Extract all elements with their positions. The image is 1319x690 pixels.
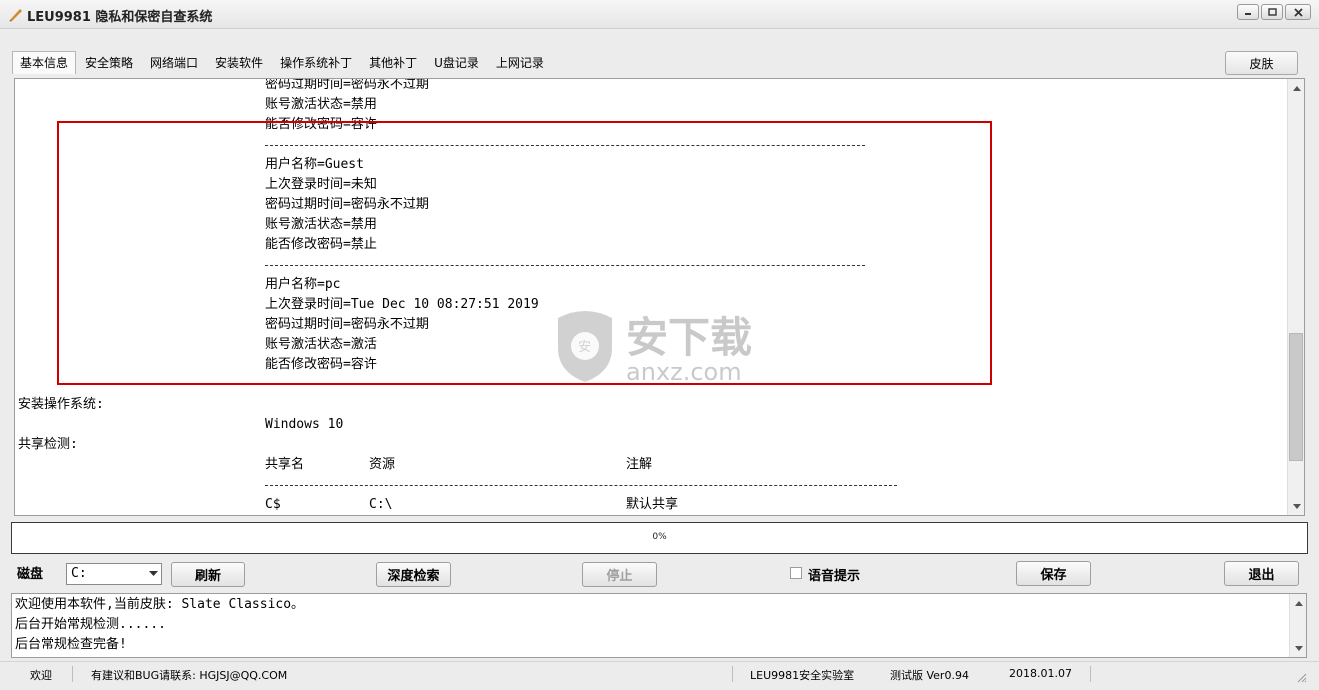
arrow-up-icon [1292, 85, 1301, 91]
arrow-down-icon [1292, 503, 1301, 509]
chevron-down-icon [149, 571, 158, 576]
column-header: 资源 [369, 457, 396, 472]
content-scrollbar[interactable] [1287, 79, 1304, 515]
status-welcome: 欢迎 [30, 669, 52, 682]
column-header: 注解 [626, 457, 653, 472]
status-separator [72, 666, 73, 682]
log-line: 欢迎使用本软件,当前皮肤: Slate Classico。 [15, 597, 305, 612]
log-scrollbar[interactable] [1289, 594, 1306, 657]
exit-button[interactable]: 退出 [1224, 561, 1299, 586]
minimize-button[interactable] [1237, 4, 1259, 20]
column-header: 共享名 [265, 457, 305, 472]
status-lab: LEU9981安全实验室 [750, 669, 855, 682]
tab-internet-records[interactable]: 上网记录 [488, 51, 552, 74]
section-heading: 共享检测: [18, 437, 78, 452]
content-line: Windows 10 [265, 417, 344, 432]
disk-select-value: C: [71, 566, 87, 581]
progress-bar: 0% [11, 522, 1308, 554]
tab-usb-records[interactable]: U盘记录 [426, 51, 487, 74]
minimize-icon [1245, 13, 1251, 15]
tab-basic-info[interactable]: 基本信息 [12, 51, 77, 74]
resize-grip-icon[interactable] [1295, 671, 1307, 683]
scroll-up-button[interactable] [1289, 80, 1304, 95]
watermark-domain: anxz.com [626, 358, 742, 385]
log-panel[interactable]: 欢迎使用本软件,当前皮肤: Slate Classico。 后台开始常规检测..… [11, 593, 1307, 658]
voice-prompt-label[interactable]: 语音提示 [808, 565, 860, 584]
log-line: 后台常规检查完备! [15, 637, 127, 652]
voice-prompt-checkbox[interactable] [790, 567, 802, 579]
deep-scan-button[interactable]: 深度检索 [376, 562, 451, 587]
save-button[interactable]: 保存 [1016, 561, 1091, 586]
tab-installed-software[interactable]: 安装软件 [207, 51, 271, 74]
watermark-glyph: 安 [578, 340, 591, 355]
divider [265, 485, 897, 486]
scroll-up-button[interactable] [1291, 595, 1306, 610]
close-icon [1293, 7, 1303, 17]
status-version: 测试版 Ver0.94 [890, 669, 969, 682]
tab-other-patches[interactable]: 其他补丁 [361, 51, 425, 74]
window-title: LEU9981 隐私和保密自查系统 [27, 10, 213, 25]
progress-label: 0% [652, 532, 667, 542]
status-date: 2018.01.07 [1009, 667, 1072, 680]
log-line: 后台开始常规检测...... [15, 617, 166, 632]
scroll-down-button[interactable] [1291, 641, 1306, 656]
status-separator [1090, 666, 1091, 682]
arrow-up-icon [1294, 600, 1303, 606]
highlight-box [57, 121, 992, 385]
close-button[interactable] [1285, 4, 1311, 20]
table-cell: C:\ [369, 497, 393, 512]
disk-select[interactable]: C: [66, 563, 162, 585]
content-line: 账号激活状态=禁用 [265, 97, 377, 112]
refresh-button[interactable]: 刷新 [171, 562, 245, 587]
disk-label: 磁盘 [17, 567, 44, 582]
tab-os-patches[interactable]: 操作系统补丁 [272, 51, 360, 74]
content-line: 密码过期时间=密码永不过期 [265, 79, 429, 92]
watermark-logo: 安 安下载 anxz.com [558, 311, 752, 385]
stop-button[interactable]: 停止 [582, 562, 657, 587]
skin-button[interactable]: 皮肤 [1225, 51, 1298, 75]
table-cell: C$ [265, 497, 281, 512]
pen-icon [9, 9, 22, 22]
maximize-button[interactable] [1261, 4, 1283, 20]
section-heading: 安装操作系统: [18, 397, 104, 412]
scroll-down-button[interactable] [1289, 499, 1304, 514]
status-contact: 有建议和BUG请联系: HGJSJ@QQ.COM [91, 669, 288, 682]
tab-security-policy[interactable]: 安全策略 [77, 51, 141, 74]
maximize-icon [1267, 8, 1277, 16]
watermark-title: 安下载 [626, 313, 752, 362]
scroll-thumb[interactable] [1289, 333, 1303, 461]
status-bar: 欢迎 有建议和BUG请联系: HGJSJ@QQ.COM LEU9981安全实验室… [0, 661, 1319, 690]
table-cell: 默认共享 [626, 497, 679, 512]
status-separator [732, 666, 733, 682]
title-bar: LEU9981 隐私和保密自查系统 [0, 0, 1319, 29]
arrow-down-icon [1294, 645, 1303, 651]
tab-network-ports[interactable]: 网络端口 [142, 51, 206, 74]
tab-bar: 基本信息 安全策略 网络端口 安装软件 操作系统补丁 其他补丁 U盘记录 上网记… [12, 51, 553, 74]
